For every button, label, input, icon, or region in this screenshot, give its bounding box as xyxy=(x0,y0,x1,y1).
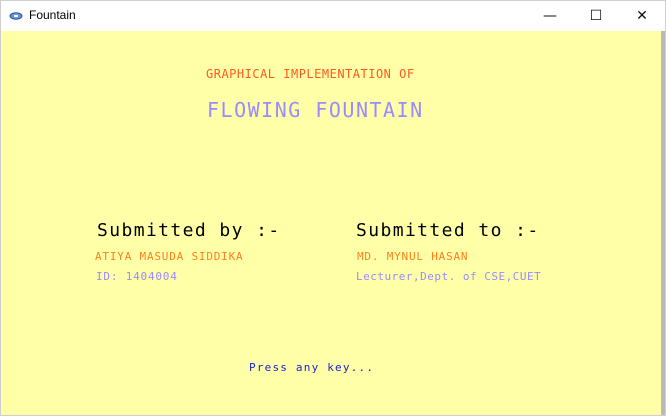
window-edge-strip xyxy=(661,31,665,415)
minimize-icon: — xyxy=(543,8,557,24)
window-title: Fountain xyxy=(29,8,76,22)
app-window: Fountain — ☐ ✕ GRAPHICAL IMPLEMENTATION … xyxy=(0,0,666,416)
heading-title: FLOWING FOUNTAIN xyxy=(207,98,424,122)
maximize-button[interactable]: ☐ xyxy=(573,1,619,31)
close-icon: ✕ xyxy=(636,8,648,24)
submitter-id: ID: 1404004 xyxy=(96,270,178,283)
recipient-designation: Lecturer,Dept. of CSE,CUET xyxy=(356,270,542,283)
submitted-to-label: Submitted to :- xyxy=(356,220,540,241)
recipient-name: MD. MYNUL HASAN xyxy=(357,250,469,263)
close-button[interactable]: ✕ xyxy=(619,1,665,31)
minimize-button[interactable]: — xyxy=(527,1,573,31)
title-bar[interactable]: Fountain — ☐ ✕ xyxy=(1,1,665,31)
app-icon xyxy=(9,9,23,23)
submitter-name: ATIYA MASUDA SIDDIKA xyxy=(95,250,244,263)
submitted-by-label: Submitted by :- xyxy=(97,220,281,241)
press-any-key-prompt: Press any key... xyxy=(249,361,375,374)
graphics-canvas[interactable]: GRAPHICAL IMPLEMENTATION OF FLOWING FOUN… xyxy=(1,31,665,415)
maximize-icon: ☐ xyxy=(589,8,603,24)
heading-subtitle: GRAPHICAL IMPLEMENTATION OF xyxy=(206,67,415,81)
